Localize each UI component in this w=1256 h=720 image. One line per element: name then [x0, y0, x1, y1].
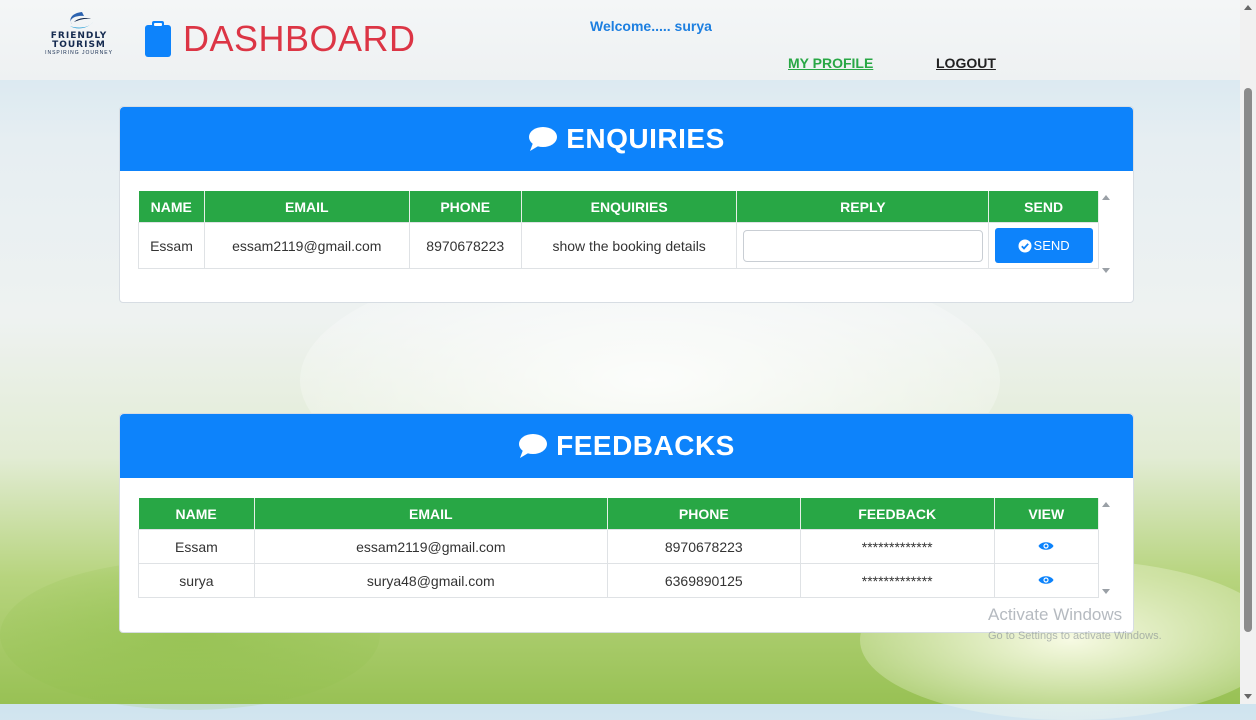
column-header-phone: PHONE: [409, 191, 522, 223]
cell-name: surya: [138, 563, 255, 598]
enquiries-title: ENQUIRIES: [566, 123, 725, 154]
column-header-name: NAME: [138, 191, 205, 223]
scroll-up-arrow-icon[interactable]: [1102, 195, 1110, 200]
column-header-name: NAME: [138, 498, 255, 530]
feedbacks-table: NAME EMAIL PHONE FEEDBACK VIEW Essam ess…: [138, 498, 1100, 598]
column-header-send: SEND: [988, 191, 1099, 223]
column-header-view: VIEW: [994, 498, 1100, 530]
scroll-down-arrow-icon[interactable]: [1102, 268, 1110, 273]
check-circle-icon: [1018, 239, 1032, 252]
cell-phone: 8970678223: [408, 222, 522, 269]
cell-phone: 6369890125: [606, 563, 801, 598]
welcome-message: Welcome..... surya: [590, 18, 712, 34]
scroll-down-arrow-icon[interactable]: [1244, 694, 1252, 699]
eye-icon[interactable]: [1038, 540, 1054, 552]
cell-view: [993, 563, 1100, 598]
scrollbar-thumb[interactable]: [1244, 88, 1252, 632]
dashboard-heading: DASHBOARD: [145, 18, 416, 60]
cell-phone: 8970678223: [606, 529, 801, 564]
enquiries-card-header: ENQUIRIES: [120, 107, 1133, 171]
column-header-reply: REPLY: [736, 191, 990, 223]
page-scrollbar[interactable]: [1240, 0, 1256, 704]
feedbacks-card: FEEDBACKS NAME EMAIL PHONE FEEDBACK VIEW…: [119, 413, 1134, 633]
table-row: surya surya48@gmail.com 6369890125 *****…: [138, 563, 1100, 598]
comment-bubble-icon: [519, 434, 548, 458]
cell-name: Essam: [138, 222, 205, 269]
cell-enquiry: show the booking details: [520, 222, 738, 269]
eye-icon[interactable]: [1038, 574, 1054, 586]
send-button-label: SEND: [1033, 238, 1070, 253]
enquiries-table-scrollbar[interactable]: [1099, 191, 1113, 277]
cell-email: surya48@gmail.com: [253, 563, 608, 598]
cell-name: Essam: [138, 529, 255, 564]
column-header-email: EMAIL: [254, 498, 608, 530]
enquiries-table-wrapper: NAME EMAIL PHONE ENQUIRIES REPLY SEND Es…: [138, 191, 1099, 269]
column-header-enquiries: ENQUIRIES: [521, 191, 738, 223]
feedbacks-title: FEEDBACKS: [556, 430, 735, 461]
feedbacks-table-scrollbar[interactable]: [1099, 498, 1113, 598]
comment-bubble-icon: [529, 127, 558, 151]
feedbacks-table-wrapper: NAME EMAIL PHONE FEEDBACK VIEW Essam ess…: [138, 498, 1100, 598]
cell-reply: [736, 222, 990, 269]
activation-watermark: Activate Windows Go to Settings to activ…: [988, 605, 1162, 642]
table-header-row: NAME EMAIL PHONE ENQUIRIES REPLY SEND: [138, 191, 1099, 223]
clipboard-icon: [145, 21, 171, 57]
watermark-title: Activate Windows: [988, 605, 1123, 624]
column-header-email: EMAIL: [204, 191, 410, 223]
table-row: Essam essam2119@gmail.com 8970678223 ***…: [138, 529, 1100, 564]
page-title: DASHBOARD: [183, 18, 416, 59]
column-header-feedback: FEEDBACK: [800, 498, 995, 530]
watermark-subtitle: Go to Settings to activate Windows.: [988, 630, 1162, 642]
my-profile-link[interactable]: MY PROFILE: [788, 55, 873, 71]
feedbacks-card-header: FEEDBACKS: [120, 414, 1133, 478]
enquiries-card: ENQUIRIES NAME EMAIL PHONE ENQUIRIES REP…: [119, 106, 1134, 303]
logo-tagline: INSPIRING JOURNEY: [45, 50, 113, 56]
scroll-up-arrow-icon[interactable]: [1244, 5, 1252, 10]
enquiries-table: NAME EMAIL PHONE ENQUIRIES REPLY SEND Es…: [138, 191, 1099, 269]
brand-logo[interactable]: FRIENDLY TOURISM INSPIRING JOURNEY: [22, 10, 136, 68]
cell-feedback: *************: [799, 563, 995, 598]
cell-feedback: *************: [799, 529, 995, 564]
cell-email: essam2119@gmail.com: [253, 529, 608, 564]
table-header-row: NAME EMAIL PHONE FEEDBACK VIEW: [138, 498, 1100, 530]
logout-link[interactable]: LOGOUT: [936, 55, 996, 71]
scroll-down-arrow-icon[interactable]: [1102, 589, 1110, 594]
top-header: FRIENDLY TOURISM INSPIRING JOURNEY DASHB…: [0, 0, 1240, 80]
logo-swoosh-icon: [70, 12, 93, 29]
cell-send: SEND: [988, 222, 1099, 269]
column-header-phone: PHONE: [607, 498, 801, 530]
cell-view: [993, 529, 1100, 564]
scroll-up-arrow-icon[interactable]: [1102, 502, 1110, 507]
send-button[interactable]: SEND: [994, 228, 1093, 263]
logo-text-line2: TOURISM: [52, 40, 106, 50]
reply-input[interactable]: [742, 229, 983, 262]
table-row: Essam essam2119@gmail.com 8970678223 sho…: [138, 222, 1099, 269]
cell-email: essam2119@gmail.com: [203, 222, 410, 269]
